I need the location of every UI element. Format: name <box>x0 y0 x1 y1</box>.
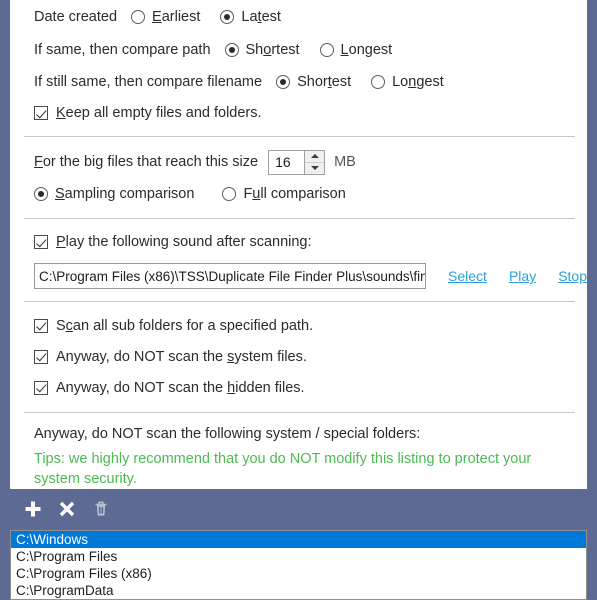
radio-label: Latest <box>241 9 281 25</box>
radio-label: Earliest <box>152 9 201 25</box>
add-folder-button[interactable] <box>16 492 50 526</box>
close-icon <box>59 501 75 517</box>
list-item[interactable]: C:\Windows <box>11 531 586 548</box>
stepper-down-button[interactable] <box>305 163 324 174</box>
checkbox-play-sound[interactable]: Play the following sound after scanning: <box>34 234 312 250</box>
radio-sampling-comparison[interactable]: Sampling comparison <box>34 186 194 202</box>
scan-hidden-files-row: Anyway, do NOT scan the hidden files. <box>10 372 587 403</box>
bigfile-section: For the big files that reach this size 1… <box>10 137 587 218</box>
checkbox-keep-empty[interactable]: Keep all empty files and folders. <box>34 105 262 121</box>
sound-path-row: C:\Program Files (x86)\TSS\Duplicate Fil… <box>10 257 587 295</box>
scan-section: Scan all sub folders for a specified pat… <box>10 302 587 412</box>
stop-sound-link[interactable]: Stop <box>558 268 587 284</box>
exclude-section: Anyway, do NOT scan the following system… <box>10 413 587 489</box>
scan-system-files-row: Anyway, do NOT scan the system files. <box>10 341 587 372</box>
sound-section: Play the following sound after scanning:… <box>10 219 587 301</box>
checkbox-checked-icon <box>34 349 48 364</box>
list-item[interactable]: C:\Program Files (x86) <box>11 565 586 582</box>
exclude-tips: Tips: we highly recommend that you do NO… <box>34 451 532 487</box>
options-dialog: Date created Earliest Latest If same, th… <box>0 0 597 600</box>
list-item[interactable]: C:\Program Files <box>11 548 586 565</box>
exclude-heading: Anyway, do NOT scan the following system… <box>34 426 421 442</box>
checkbox-label: Anyway, do NOT scan the hidden files. <box>56 379 305 396</box>
radio-circle-icon <box>222 187 237 201</box>
radio-filename-longest[interactable]: Longest <box>371 74 444 90</box>
chevron-down-icon <box>310 166 319 170</box>
radio-label: Longest <box>392 74 444 90</box>
radio-label: Shortest <box>245 42 300 58</box>
radio-label: Shortest <box>297 74 352 90</box>
excluded-folders-list[interactable]: C:\Windows C:\Program Files C:\Program F… <box>10 530 587 600</box>
stepper-buttons <box>304 150 325 174</box>
checkbox-checked-icon <box>34 235 48 249</box>
radio-label: Full comparison <box>243 186 346 202</box>
options-panel: Date created Earliest Latest If same, th… <box>10 0 587 489</box>
keep-empty-row: Keep all empty files and folders. <box>10 98 587 128</box>
checkbox-skip-system-files[interactable]: Anyway, do NOT scan the system files. <box>34 349 307 365</box>
compare-path-row: If same, then compare path Shortest Long… <box>10 34 587 66</box>
bigfile-size-label: For the big files that reach this size <box>34 154 259 170</box>
chevron-up-icon <box>310 154 319 158</box>
stepper-up-button[interactable] <box>305 151 325 163</box>
date-created-label: Date created <box>34 9 118 25</box>
comparison-mode-row: Sampling comparison Full comparison <box>10 178 587 210</box>
checkbox-checked-icon <box>34 380 48 395</box>
play-sound-row: Play the following sound after scanning: <box>10 227 587 257</box>
radio-path-shortest[interactable]: Shortest <box>224 42 300 58</box>
folder-list-toolbar <box>10 489 587 529</box>
radio-circle-icon <box>319 43 334 57</box>
sound-path-input[interactable]: C:\Program Files (x86)\TSS\Duplicate Fil… <box>34 263 427 289</box>
select-sound-link[interactable]: Select <box>448 268 487 284</box>
compare-filename-label: If still same, then compare filename <box>34 74 263 90</box>
list-item[interactable]: C:\ProgramData <box>11 582 586 599</box>
radio-circle-icon <box>131 10 146 24</box>
checkbox-checked-icon <box>34 106 48 120</box>
checkbox-skip-hidden-files[interactable]: Anyway, do NOT scan the hidden files. <box>34 380 305 396</box>
size-stepper[interactable]: 16 <box>268 149 326 175</box>
radio-date-latest[interactable]: Latest <box>220 9 281 25</box>
checkbox-scan-subfolders[interactable]: Scan all sub folders for a specified pat… <box>34 318 313 334</box>
radio-circle-selected-icon <box>34 187 48 201</box>
delete-all-folders-button[interactable] <box>84 492 118 526</box>
radio-circle-selected-icon <box>276 75 291 89</box>
size-value[interactable]: 16 <box>269 151 304 174</box>
compare-filename-row: If still same, then compare filename Sho… <box>10 66 587 98</box>
date-created-row: Date created Earliest Latest <box>10 0 587 34</box>
plus-icon <box>25 501 41 517</box>
radio-filename-shortest[interactable]: Shortest <box>276 74 351 90</box>
checkbox-checked-icon <box>34 318 48 333</box>
radio-label: Longest <box>340 42 393 58</box>
radio-path-longest[interactable]: Longest <box>319 42 393 58</box>
remove-folder-button[interactable] <box>50 492 84 526</box>
radio-date-earliest[interactable]: Earliest <box>131 9 200 25</box>
radio-circle-selected-icon <box>220 10 235 24</box>
size-unit-label: MB <box>334 154 356 170</box>
radio-label: Sampling comparison <box>55 186 195 202</box>
bigfile-size-row: For the big files that reach this size 1… <box>10 146 587 178</box>
radio-circle-selected-icon <box>224 43 239 57</box>
scan-subfolders-row: Scan all sub folders for a specified pat… <box>10 310 587 341</box>
trash-icon <box>95 501 107 516</box>
compare-section: Date created Earliest Latest If same, th… <box>10 0 587 136</box>
radio-circle-icon <box>371 75 386 89</box>
play-sound-link[interactable]: Play <box>509 268 536 284</box>
checkbox-label: Keep all empty files and folders. <box>56 105 262 121</box>
checkbox-label: Anyway, do NOT scan the system files. <box>56 348 307 365</box>
checkbox-label: Play the following sound after scanning: <box>56 234 312 250</box>
checkbox-label: Scan all sub folders for a specified pat… <box>56 317 314 334</box>
compare-path-label: If same, then compare path <box>34 42 211 58</box>
radio-full-comparison[interactable]: Full comparison <box>222 186 346 202</box>
